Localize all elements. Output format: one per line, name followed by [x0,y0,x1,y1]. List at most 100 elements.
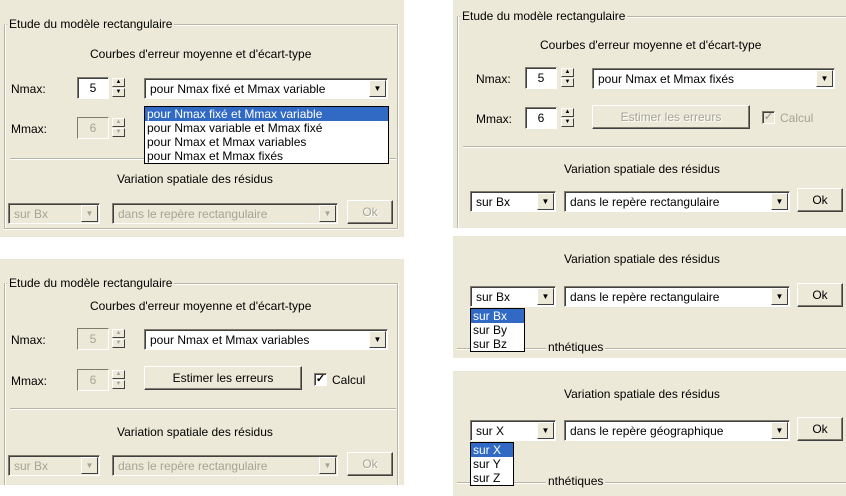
estimate-errors-button[interactable]: Estimer les erreurs [144,366,302,390]
mmax-spinner[interactable]: ▲ ▼ [561,108,574,128]
nmax-label: Nmax: [476,72,511,86]
chevron-down-icon[interactable]: ▼ [537,193,554,210]
estimation-mode-dropdown: pour Nmax fixé et Mmax variable pour Nma… [144,106,389,164]
spin-up-icon[interactable]: ▲ [112,78,125,87]
curves-title: Courbes d'erreur moyenne et d'écart-type [90,47,312,61]
panel-rect-dropdown-open: Etude du modèle rectangulaire Courbes d'… [0,0,404,237]
nmax-spinner[interactable]: ▲ ▼ [112,329,125,349]
option-nmax-mmax-variables[interactable]: pour Nmax et Mmax variables [145,135,388,149]
spin-up-icon[interactable]: ▲ [561,68,574,77]
chevron-down-icon[interactable]: ▼ [319,457,336,474]
spin-up-icon[interactable]: ▲ [561,108,574,117]
mmax-label: Mmax: [11,122,47,136]
calcul-label: Calcul [332,373,366,387]
residus-title: Variation spatiale des résidus [564,252,720,266]
mmax-label: Mmax: [476,112,512,126]
ok-button[interactable]: Ok [797,283,843,307]
calcul-checkbox[interactable]: ✓ [762,111,775,124]
spin-up-icon[interactable]: ▲ [112,118,125,127]
frame-select[interactable]: dans le repère rectangulaire ▼ [564,191,790,212]
nmax-field[interactable]: 5 [77,77,109,99]
chevron-down-icon[interactable]: ▼ [537,288,554,305]
spin-down-icon[interactable]: ▼ [561,118,574,127]
component-dropdown: sur X sur Y sur Z [470,442,514,486]
chevron-down-icon[interactable]: ▼ [537,422,554,439]
chevron-down-icon[interactable]: ▼ [816,70,833,87]
option-nmax-fixe-mmax-variable[interactable]: pour Nmax fixé et Mmax variable [145,107,388,121]
component-select[interactable]: sur Bx ▼ [470,191,556,212]
mmax-field[interactable]: 6 [525,107,557,129]
residus-title: Variation spatiale des résidus [564,162,720,176]
chevron-down-icon[interactable]: ▼ [369,80,386,97]
synthetic-group-title: nthétiques [546,340,606,354]
spin-up-icon[interactable]: ▲ [112,370,125,379]
group-title: Etude du modèle rectangulaire [460,9,628,23]
synthetic-group-title: nthétiques [546,474,606,488]
nmax-spinner[interactable]: ▲ ▼ [561,68,574,88]
mmax-spinner[interactable]: ▲ ▼ [112,370,125,390]
panel-residus-rect-dropdown: Variation spatiale des résidus sur Bx ▼ … [453,236,846,358]
mmax-field[interactable]: 6 [77,117,109,139]
component-select[interactable]: sur Bx ▼ [8,203,100,224]
mmax-label: Mmax: [11,374,47,388]
spin-up-icon[interactable]: ▲ [112,329,125,338]
ok-button[interactable]: Ok [347,452,393,476]
spin-down-icon[interactable]: ▼ [561,78,574,87]
chevron-down-icon[interactable]: ▼ [81,205,98,222]
separator [463,146,846,148]
panel-residus-geo-dropdown: Variation spatiale des résidus sur X ▼ d… [453,371,846,496]
nmax-label: Nmax: [11,82,46,96]
option-sur-y[interactable]: sur Y [471,457,513,471]
mmax-field[interactable]: 6 [77,369,109,391]
chevron-down-icon[interactable]: ▼ [771,422,788,439]
option-sur-bx[interactable]: sur Bx [471,309,524,323]
component-select[interactable]: sur Bx ▼ [8,455,100,476]
ok-button[interactable]: Ok [797,417,843,441]
curves-title: Courbes d'erreur moyenne et d'écart-type [90,299,312,313]
chevron-down-icon[interactable]: ▼ [771,193,788,210]
estimation-mode-select[interactable]: pour Nmax et Mmax fixés ▼ [592,68,835,89]
ok-button[interactable]: Ok [797,188,843,212]
estimation-mode-select[interactable]: pour Nmax fixé et Mmax variable ▼ [144,78,388,99]
separator [10,408,396,410]
nmax-field[interactable]: 5 [525,67,557,89]
estimation-mode-select[interactable]: pour Nmax et Mmax variables ▼ [144,329,388,350]
residus-title: Variation spatiale des résidus [564,387,720,401]
nmax-field[interactable]: 5 [77,328,109,350]
option-nmax-mmax-fixes[interactable]: pour Nmax et Mmax fixés [145,149,388,163]
component-dropdown: sur Bx sur By sur Bz [470,308,525,352]
component-select[interactable]: sur X ▼ [470,420,556,441]
ok-button[interactable]: Ok [347,200,393,224]
mmax-spinner[interactable]: ▲ ▼ [112,118,125,138]
residus-title: Variation spatiale des résidus [117,172,273,186]
option-nmax-variable-mmax-fixe[interactable]: pour Nmax variable et Mmax fixé [145,121,388,135]
option-sur-by[interactable]: sur By [471,323,524,337]
component-select[interactable]: sur Bx ▼ [470,286,556,307]
nmax-label: Nmax: [11,333,46,347]
chevron-down-icon[interactable]: ▼ [319,205,336,222]
nmax-spinner[interactable]: ▲ ▼ [112,78,125,98]
calcul-label: Calcul [780,111,814,125]
frame-select[interactable]: dans le repère rectangulaire ▼ [112,455,338,476]
chevron-down-icon[interactable]: ▼ [81,457,98,474]
frame-select[interactable]: dans le repère rectangulaire ▼ [564,286,790,307]
group-title: Etude du modèle rectangulaire [7,17,175,31]
option-sur-bz[interactable]: sur Bz [471,337,524,351]
option-sur-x[interactable]: sur X [471,443,513,457]
spin-down-icon[interactable]: ▼ [112,339,125,348]
panel-rect-fixed: Etude du modèle rectangulaire Courbes d'… [453,0,846,228]
estimate-errors-button[interactable]: Estimer les erreurs [592,105,750,129]
option-sur-z[interactable]: sur Z [471,471,513,485]
spin-down-icon[interactable]: ▼ [112,128,125,137]
group-title: Etude du modèle rectangulaire [7,276,175,290]
chevron-down-icon[interactable]: ▼ [369,331,386,348]
frame-select[interactable]: dans le repère géographique ▼ [564,420,790,441]
panel-rect-estimate: Etude du modèle rectangulaire Courbes d'… [0,259,404,485]
residus-title: Variation spatiale des résidus [117,425,273,439]
spin-down-icon[interactable]: ▼ [112,380,125,389]
frame-select[interactable]: dans le repère rectangulaire ▼ [112,203,338,224]
curves-title: Courbes d'erreur moyenne et d'écart-type [540,38,762,52]
spin-down-icon[interactable]: ▼ [112,88,125,97]
calcul-checkbox[interactable]: ✓ [314,373,327,386]
chevron-down-icon[interactable]: ▼ [771,288,788,305]
